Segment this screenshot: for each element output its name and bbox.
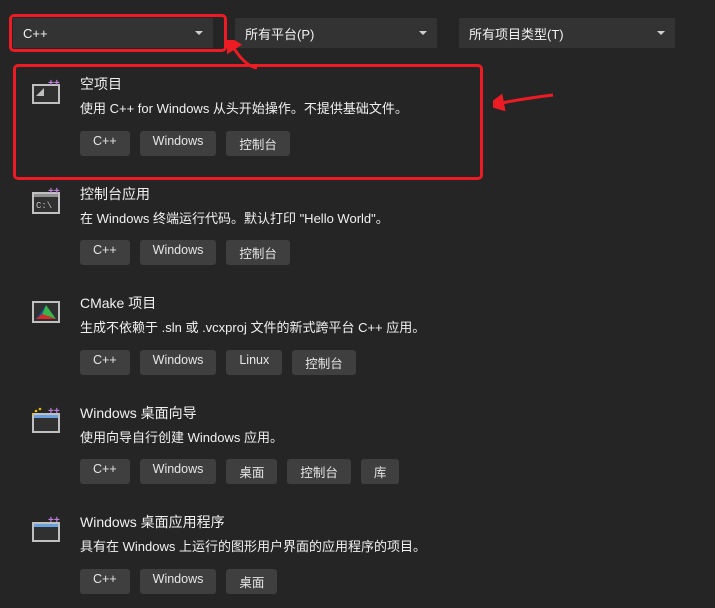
template-title: Windows 桌面应用程序	[80, 512, 695, 532]
svg-text:++: ++	[48, 515, 60, 526]
tag: 控制台	[292, 350, 356, 375]
template-title: 空项目	[80, 74, 695, 94]
template-windows-desktop-wizard[interactable]: ++ Windows 桌面向导 使用向导自行创建 Windows 应用。 C++…	[0, 389, 715, 499]
empty-project-icon: ++	[30, 76, 62, 108]
language-dropdown-value: C++	[23, 26, 48, 41]
tag: Windows	[140, 459, 217, 484]
template-title: 控制台应用	[80, 184, 695, 204]
platform-dropdown-value: 所有平台(P)	[245, 24, 314, 43]
template-tags: C++ Windows 控制台	[80, 131, 695, 156]
tag: C++	[80, 569, 130, 594]
tag: Windows	[140, 240, 217, 265]
tag: Windows	[140, 350, 217, 375]
tag: 控制台	[287, 459, 351, 484]
template-empty-project[interactable]: ++ 空项目 使用 C++ for Windows 从头开始操作。不提供基础文件…	[0, 60, 715, 170]
tag: 控制台	[226, 131, 290, 156]
svg-text:++: ++	[48, 186, 60, 197]
platform-dropdown[interactable]: 所有平台(P)	[235, 18, 437, 48]
cmake-icon	[30, 295, 62, 327]
template-body: CMake 项目 生成不依赖于 .sln 或 .vcxproj 文件的新式跨平台…	[80, 293, 695, 375]
template-title: CMake 项目	[80, 293, 695, 313]
template-console-app[interactable]: C:\ ++ 控制台应用 在 Windows 终端运行代码。默认打印 "Hell…	[0, 170, 715, 280]
template-tags: C++ Windows Linux 控制台	[80, 350, 695, 375]
tag: Linux	[226, 350, 282, 375]
language-dropdown[interactable]: C++	[13, 18, 213, 48]
windows-wizard-icon: ++	[30, 405, 62, 437]
tag: 库	[361, 459, 400, 484]
project-type-dropdown[interactable]: 所有项目类型(T)	[459, 18, 675, 48]
tag: C++	[80, 240, 130, 265]
template-body: 空项目 使用 C++ for Windows 从头开始操作。不提供基础文件。 C…	[80, 74, 695, 156]
template-body: 控制台应用 在 Windows 终端运行代码。默认打印 "Hello World…	[80, 184, 695, 266]
svg-text:C:\: C:\	[36, 201, 52, 211]
tag: Windows	[140, 131, 217, 156]
template-desc: 使用向导自行创建 Windows 应用。	[80, 428, 695, 448]
template-tags: C++ Windows 控制台	[80, 240, 695, 265]
project-type-dropdown-value: 所有项目类型(T)	[469, 24, 564, 43]
tag: C++	[80, 350, 130, 375]
tag: C++	[80, 131, 130, 156]
filter-bar: C++ 所有平台(P) 所有项目类型(T)	[0, 0, 715, 48]
tag: 桌面	[226, 569, 277, 594]
tag: 桌面	[226, 459, 277, 484]
chevron-down-icon	[195, 31, 203, 35]
tag: C++	[80, 459, 130, 484]
template-windows-desktop-app[interactable]: ++ Windows 桌面应用程序 具有在 Windows 上运行的图形用户界面…	[0, 498, 715, 608]
chevron-down-icon	[657, 31, 665, 35]
template-tags: C++ Windows 桌面 控制台 库	[80, 459, 695, 484]
svg-text:++: ++	[48, 406, 60, 417]
windows-desktop-app-icon: ++	[30, 514, 62, 546]
svg-text:++: ++	[48, 78, 60, 89]
template-tags: C++ Windows 桌面	[80, 569, 695, 594]
chevron-down-icon	[419, 31, 427, 35]
tag: 控制台	[226, 240, 290, 265]
template-body: Windows 桌面应用程序 具有在 Windows 上运行的图形用户界面的应用…	[80, 512, 695, 594]
template-desc: 具有在 Windows 上运行的图形用户界面的应用程序的项目。	[80, 537, 695, 557]
template-list: ++ 空项目 使用 C++ for Windows 从头开始操作。不提供基础文件…	[0, 48, 715, 608]
template-body: Windows 桌面向导 使用向导自行创建 Windows 应用。 C++ Wi…	[80, 403, 695, 485]
template-desc: 在 Windows 终端运行代码。默认打印 "Hello World"。	[80, 209, 695, 229]
template-title: Windows 桌面向导	[80, 403, 695, 423]
tag: Windows	[140, 569, 217, 594]
console-app-icon: C:\ ++	[30, 186, 62, 218]
template-desc: 使用 C++ for Windows 从头开始操作。不提供基础文件。	[80, 99, 695, 119]
template-desc: 生成不依赖于 .sln 或 .vcxproj 文件的新式跨平台 C++ 应用。	[80, 318, 695, 338]
template-cmake[interactable]: CMake 项目 生成不依赖于 .sln 或 .vcxproj 文件的新式跨平台…	[0, 279, 715, 389]
